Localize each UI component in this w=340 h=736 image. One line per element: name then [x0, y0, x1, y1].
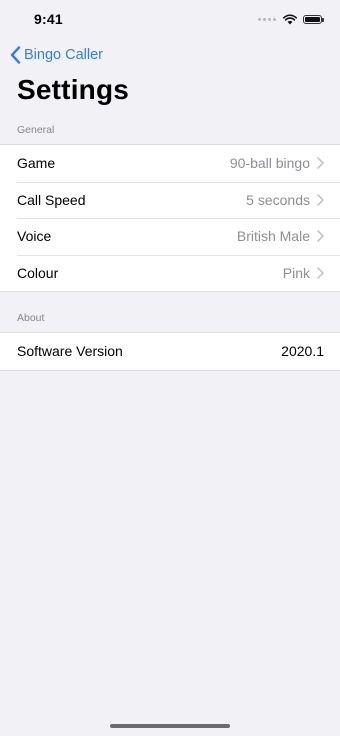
- section-header-about: About: [17, 312, 45, 324]
- chevron-left-icon: [10, 46, 21, 64]
- settings-row-software-version: Software Version 2020.1: [0, 333, 340, 370]
- section-header-general: General: [17, 124, 55, 136]
- row-value: Pink: [282, 264, 310, 281]
- row-label: Software Version: [17, 343, 123, 360]
- settings-row-game[interactable]: Game 90-ball bingo: [0, 145, 340, 182]
- status-time: 9:41: [34, 11, 63, 27]
- row-label: Voice: [17, 228, 52, 245]
- row-value: 5 seconds: [246, 191, 310, 208]
- chevron-right-icon: [317, 230, 324, 243]
- settings-row-colour[interactable]: Colour Pink: [0, 254, 340, 292]
- about-group: Software Version 2020.1: [0, 332, 340, 371]
- cellular-signal-icon: [258, 17, 276, 21]
- wifi-icon: [283, 13, 297, 24]
- page-title: Settings: [17, 74, 130, 105]
- back-button-label: Bingo Caller: [24, 47, 103, 63]
- chevron-right-icon: [317, 266, 324, 279]
- battery-icon: [303, 14, 324, 24]
- chevron-right-icon: [317, 193, 324, 206]
- row-label: Game: [17, 155, 56, 172]
- row-label: Call Speed: [17, 191, 86, 208]
- row-value: British Male: [236, 228, 310, 245]
- status-bar: 9:41: [0, 0, 340, 40]
- back-button[interactable]: Bingo Caller: [10, 44, 103, 66]
- status-icons: [258, 12, 324, 26]
- settings-row-voice[interactable]: Voice British Male: [0, 218, 340, 255]
- row-value: 90-ball bingo: [229, 155, 310, 172]
- chevron-right-icon: [317, 157, 324, 170]
- home-indicator: [110, 724, 230, 728]
- general-settings-group: Game 90-ball bingo Call Speed 5 seconds …: [0, 144, 340, 292]
- row-label: Colour: [17, 264, 59, 281]
- settings-row-call-speed[interactable]: Call Speed 5 seconds: [0, 181, 340, 219]
- row-value: 2020.1: [281, 343, 324, 360]
